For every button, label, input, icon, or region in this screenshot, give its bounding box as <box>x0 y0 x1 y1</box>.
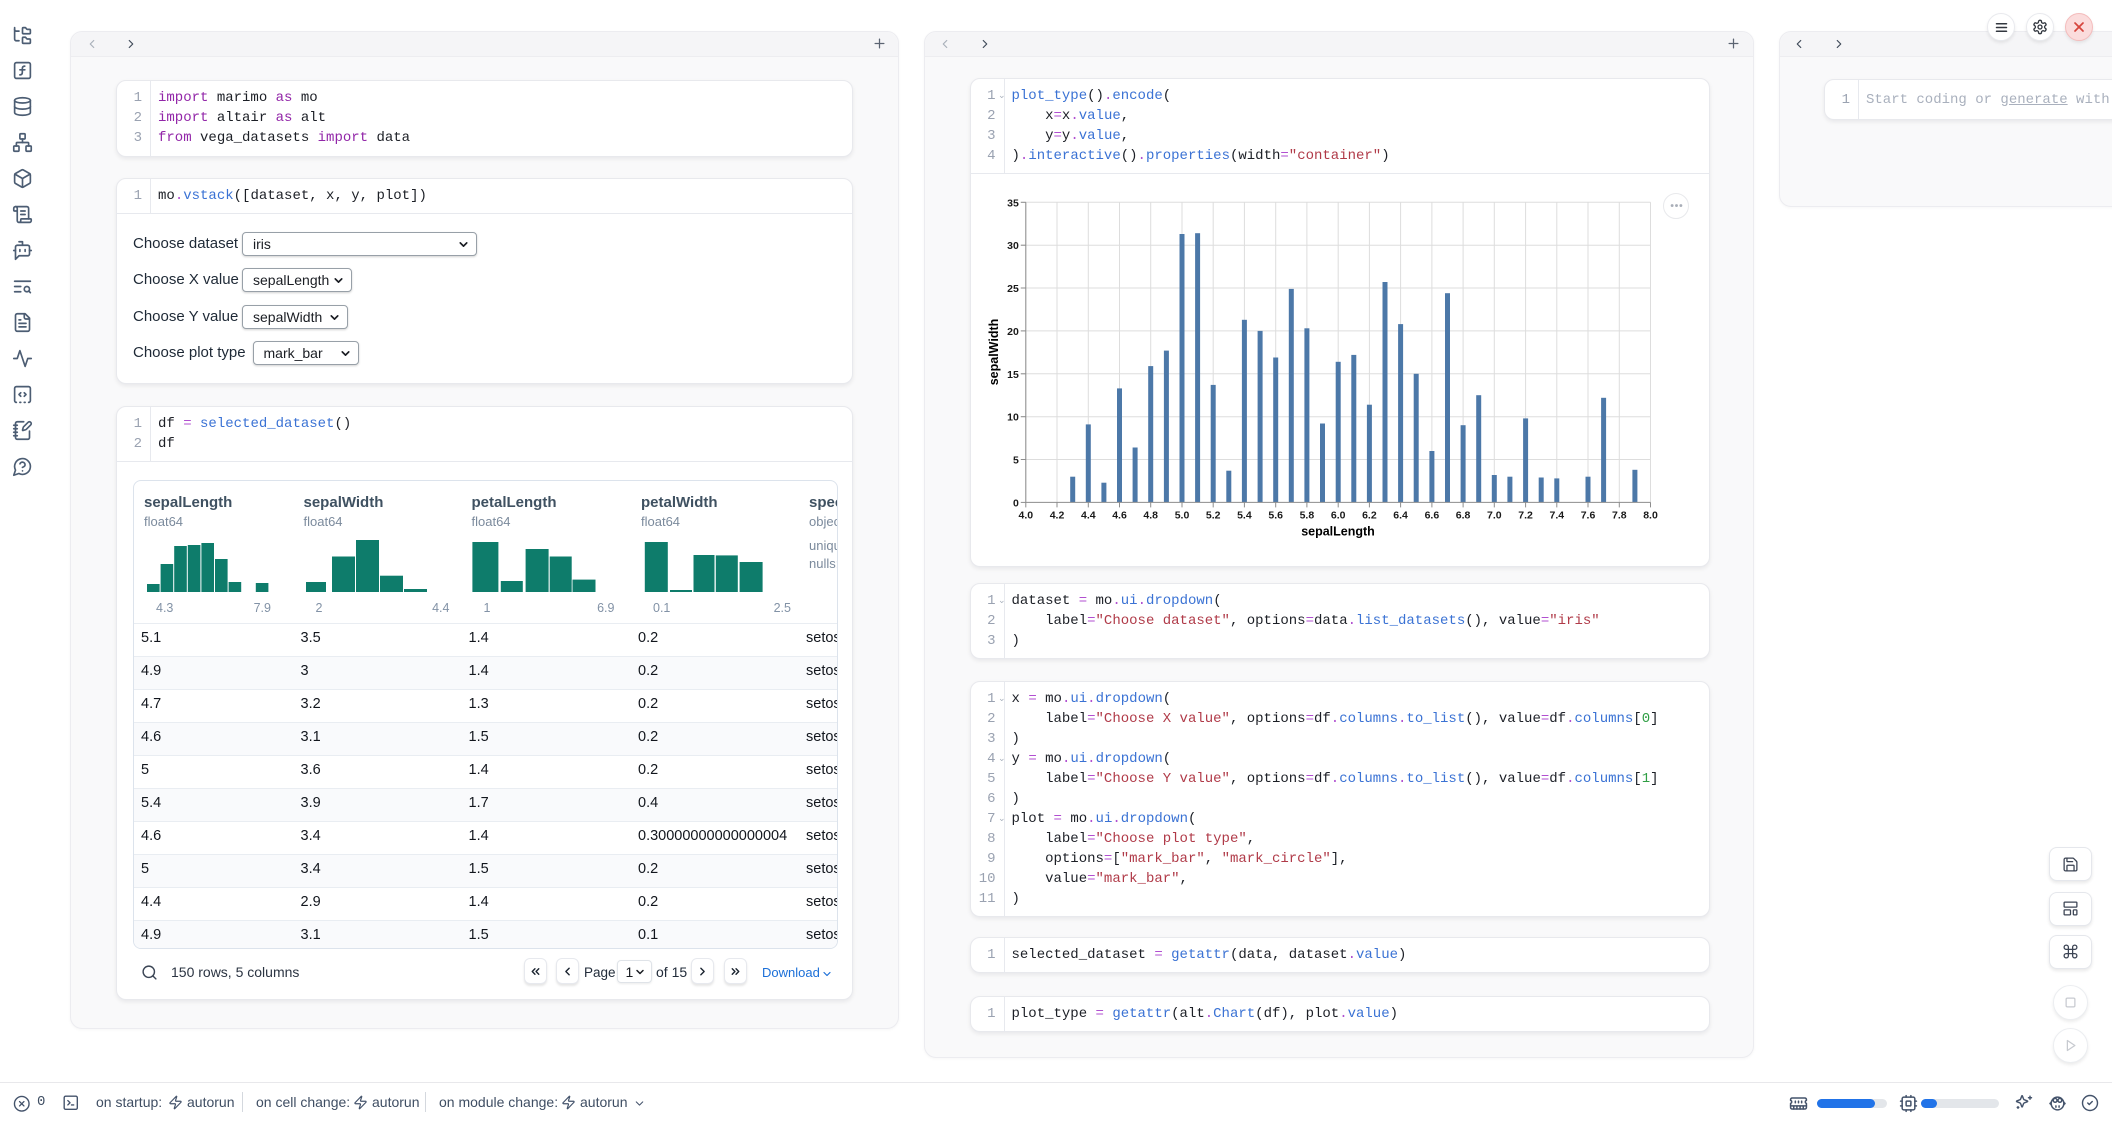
svg-text:35: 35 <box>1007 197 1019 209</box>
svg-text:7.8: 7.8 <box>1611 509 1626 521</box>
svg-text:20: 20 <box>1007 326 1019 338</box>
svg-text:30: 30 <box>1007 240 1019 252</box>
svg-text:7.2: 7.2 <box>1518 509 1533 521</box>
svg-text:10: 10 <box>1007 412 1019 424</box>
svg-text:6.2: 6.2 <box>1362 509 1377 521</box>
svg-text:4.8: 4.8 <box>1143 509 1158 521</box>
svg-text:7.4: 7.4 <box>1549 509 1564 521</box>
svg-text:7.6: 7.6 <box>1580 509 1595 521</box>
svg-text:sepalLength: sepalLength <box>1301 524 1375 538</box>
svg-text:5.0: 5.0 <box>1174 509 1189 521</box>
svg-text:4.2: 4.2 <box>1049 509 1064 521</box>
svg-text:25: 25 <box>1007 283 1019 295</box>
svg-text:5.4: 5.4 <box>1237 509 1252 521</box>
svg-text:6.4: 6.4 <box>1393 509 1408 521</box>
svg-text:5.6: 5.6 <box>1268 509 1283 521</box>
svg-text:4.0: 4.0 <box>1018 509 1033 521</box>
svg-text:4.6: 4.6 <box>1112 509 1127 521</box>
svg-text:5: 5 <box>1012 455 1018 467</box>
svg-text:5.2: 5.2 <box>1205 509 1220 521</box>
svg-text:6.0: 6.0 <box>1330 509 1345 521</box>
svg-text:15: 15 <box>1007 369 1019 381</box>
svg-text:8.0: 8.0 <box>1643 509 1658 521</box>
svg-text:6.6: 6.6 <box>1424 509 1439 521</box>
svg-text:0: 0 <box>1012 497 1018 509</box>
svg-text:4.4: 4.4 <box>1080 509 1095 521</box>
svg-text:sepalWidth: sepalWidth <box>987 319 1001 386</box>
svg-text:5.8: 5.8 <box>1299 509 1314 521</box>
svg-text:6.8: 6.8 <box>1455 509 1470 521</box>
svg-text:7.0: 7.0 <box>1486 509 1501 521</box>
